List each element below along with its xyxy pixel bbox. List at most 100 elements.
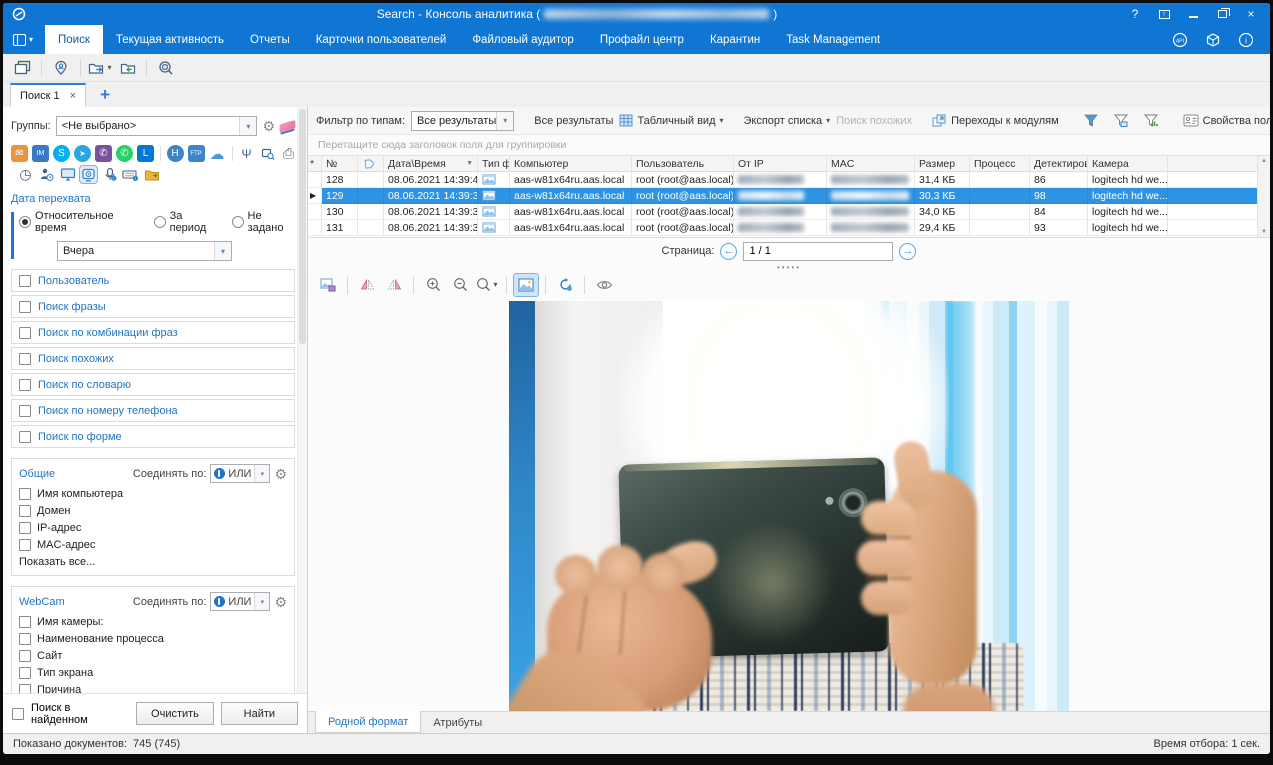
rotate-right-button[interactable]: [382, 274, 406, 296]
close-tab-icon[interactable]: ×: [70, 90, 76, 102]
relative-time-dropdown[interactable]: Вчера ▾: [57, 241, 232, 261]
filter-funnel-monitor-icon[interactable]: [1109, 110, 1133, 132]
radio-not-set[interactable]: [232, 216, 244, 228]
filter-form[interactable]: Поиск по форме: [11, 425, 295, 448]
tab-quarantine[interactable]: Карантин: [697, 25, 773, 54]
show-all-link[interactable]: Показать все...: [19, 556, 287, 568]
user-search-button[interactable]: [49, 57, 73, 79]
filter-phrase[interactable]: Поиск фразы: [11, 295, 295, 318]
checkbox[interactable]: [19, 650, 31, 662]
tab-file-auditor[interactable]: Файловый аудитор: [459, 25, 587, 54]
table-scrollbar[interactable]: ▲ ▼: [1257, 156, 1270, 237]
zoom-in-button[interactable]: [421, 274, 445, 296]
open-folder-export-button[interactable]: ▾: [88, 57, 112, 79]
header-datetime[interactable]: Дата\Время▼: [384, 156, 478, 172]
tab-current-activity[interactable]: Текущая активность: [103, 25, 237, 54]
header-detected[interactable]: Детектирова: [1030, 156, 1088, 172]
refresh-button[interactable]: [553, 274, 577, 296]
header-tag[interactable]: [358, 156, 384, 172]
add-tab-button[interactable]: +: [90, 83, 120, 107]
checkbox[interactable]: [19, 405, 31, 417]
go-to-modules-button[interactable]: Переходы к модулям: [932, 114, 1059, 127]
radio-period[interactable]: [154, 216, 166, 228]
checkbox[interactable]: [19, 684, 31, 693]
table-row[interactable]: 130 08.06.2021 14:39:36 aas-w81x64ru.aas…: [308, 204, 1257, 220]
header-computer[interactable]: Компьютер: [510, 156, 632, 172]
pin-window-button[interactable]: ↑: [1157, 7, 1171, 21]
mail-icon[interactable]: ✉: [11, 145, 28, 162]
checkbox[interactable]: [19, 522, 31, 534]
next-page-button[interactable]: →: [899, 243, 916, 260]
cloud-icon[interactable]: ☁: [209, 145, 226, 162]
filter-dictionary[interactable]: Поиск по словарю: [11, 373, 295, 396]
common-mac-address[interactable]: MAC-адрес: [19, 539, 287, 551]
webcam-camera-name[interactable]: Имя камеры:: [19, 616, 287, 628]
keyboard-icon[interactable]: i: [122, 166, 139, 183]
export-list-button[interactable]: Экспорт списка▾: [744, 115, 831, 127]
tab-user-cards[interactable]: Карточки пользователей: [303, 25, 460, 54]
filter-phone-number[interactable]: Поиск по номеру телефона: [11, 399, 295, 422]
filter-phrase-combo[interactable]: Поиск по комбинации фраз: [11, 321, 295, 344]
webcam-join-dropdown[interactable]: ИЛИ ▾: [210, 592, 270, 611]
rotate-left-button[interactable]: [355, 274, 379, 296]
common-settings-gear-icon[interactable]: ⚙: [274, 467, 287, 481]
http-icon[interactable]: H: [167, 145, 184, 162]
api-icon[interactable]: API: [1172, 32, 1188, 48]
header-size[interactable]: Размер: [915, 156, 970, 172]
webcam-reason[interactable]: Причина: [19, 684, 287, 693]
filter-user[interactable]: Пользователь: [11, 269, 295, 292]
filter-funnel-chart-icon[interactable]: [1139, 110, 1163, 132]
printer-icon[interactable]: ⎙: [280, 145, 297, 162]
checkbox[interactable]: [19, 505, 31, 517]
clock-icon[interactable]: ◷: [17, 166, 34, 183]
info-icon[interactable]: i: [1238, 32, 1254, 48]
tab-task-management[interactable]: Task Management: [773, 25, 893, 54]
header-num[interactable]: №: [322, 156, 358, 172]
tab-attributes[interactable]: Атрибуты: [421, 712, 494, 733]
scroll-up-icon[interactable]: ▲: [1261, 158, 1267, 164]
open-folder-import-button[interactable]: [115, 57, 139, 79]
telegram-icon[interactable]: ➤: [74, 145, 91, 162]
table-row[interactable]: 128 08.06.2021 14:39:41 aas-w81x64ru.aas…: [308, 172, 1257, 188]
device-search-icon[interactable]: [259, 145, 276, 162]
common-domain[interactable]: Домен: [19, 505, 287, 517]
common-computer-name[interactable]: Имя компьютера: [19, 488, 287, 500]
sidebar-scrollbar[interactable]: [297, 107, 307, 693]
restore-button[interactable]: [1215, 7, 1229, 21]
prev-page-button[interactable]: ←: [720, 243, 737, 260]
filter-funnel-blue-icon[interactable]: [1079, 110, 1103, 132]
groups-dropdown[interactable]: <Не выбрано> ▾: [56, 116, 258, 136]
common-join-dropdown[interactable]: ИЛИ ▾: [210, 464, 270, 483]
doc-tab-search-1[interactable]: Поиск 1 ×: [10, 83, 86, 107]
checkbox[interactable]: [19, 616, 31, 628]
checkbox[interactable]: [19, 488, 31, 500]
tab-native-format[interactable]: Родной формат: [315, 711, 421, 733]
header-from-ip[interactable]: От IP: [734, 156, 827, 172]
minimize-button[interactable]: [1186, 7, 1200, 21]
checkbox[interactable]: [19, 327, 31, 339]
webcam-screen-type[interactable]: Тип экрана: [19, 667, 287, 679]
package-icon[interactable]: [1205, 32, 1221, 48]
help-button[interactable]: ?: [1128, 7, 1142, 21]
cascade-windows-button[interactable]: [10, 57, 34, 79]
tab-search[interactable]: Поиск: [45, 25, 103, 54]
scroll-down-icon[interactable]: ▼: [1261, 229, 1267, 235]
table-view-button[interactable]: Табличный вид▾: [619, 114, 723, 127]
save-image-button[interactable]: [316, 274, 340, 296]
checkbox[interactable]: [19, 275, 31, 287]
microphone-icon[interactable]: i: [101, 166, 118, 183]
preview-eye-button[interactable]: [592, 274, 616, 296]
ftp-icon[interactable]: FTP: [188, 145, 205, 162]
whatsapp-icon[interactable]: ✆: [116, 145, 133, 162]
id-search-button[interactable]: [154, 57, 178, 79]
checkbox[interactable]: [19, 379, 31, 391]
header-camera[interactable]: Камера: [1088, 156, 1168, 172]
checkbox[interactable]: [19, 301, 31, 313]
table-row[interactable]: 131 08.06.2021 14:39:33 aas-w81x64ru.aas…: [308, 220, 1257, 236]
find-button[interactable]: Найти: [221, 702, 298, 725]
filter-by-type-dropdown[interactable]: Все результаты ▾: [411, 111, 514, 131]
fit-to-window-button[interactable]: [514, 274, 538, 296]
zoom-out-button[interactable]: [448, 274, 472, 296]
webcam-process-name[interactable]: Наименование процесса: [19, 633, 287, 645]
webcam-icon[interactable]: [80, 166, 97, 183]
